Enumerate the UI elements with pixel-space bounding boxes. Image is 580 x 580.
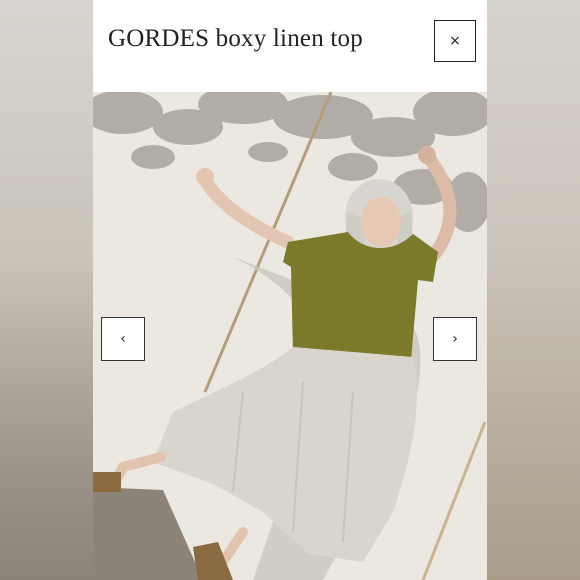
chevron-left-icon: ‹: [120, 331, 126, 347]
close-icon: ×: [449, 33, 461, 49]
close-button[interactable]: ×: [434, 20, 476, 62]
product-photo-illustration: [93, 92, 487, 580]
product-photo: ‹ ›: [93, 92, 487, 580]
product-image-modal: GORDES boxy linen top × ‹ ›: [93, 0, 487, 580]
next-image-button[interactable]: ›: [433, 317, 477, 361]
modal-title: GORDES boxy linen top: [108, 25, 363, 52]
modal-header: GORDES boxy linen top ×: [93, 0, 487, 92]
chevron-right-icon: ›: [452, 331, 458, 347]
previous-image-button[interactable]: ‹: [101, 317, 145, 361]
